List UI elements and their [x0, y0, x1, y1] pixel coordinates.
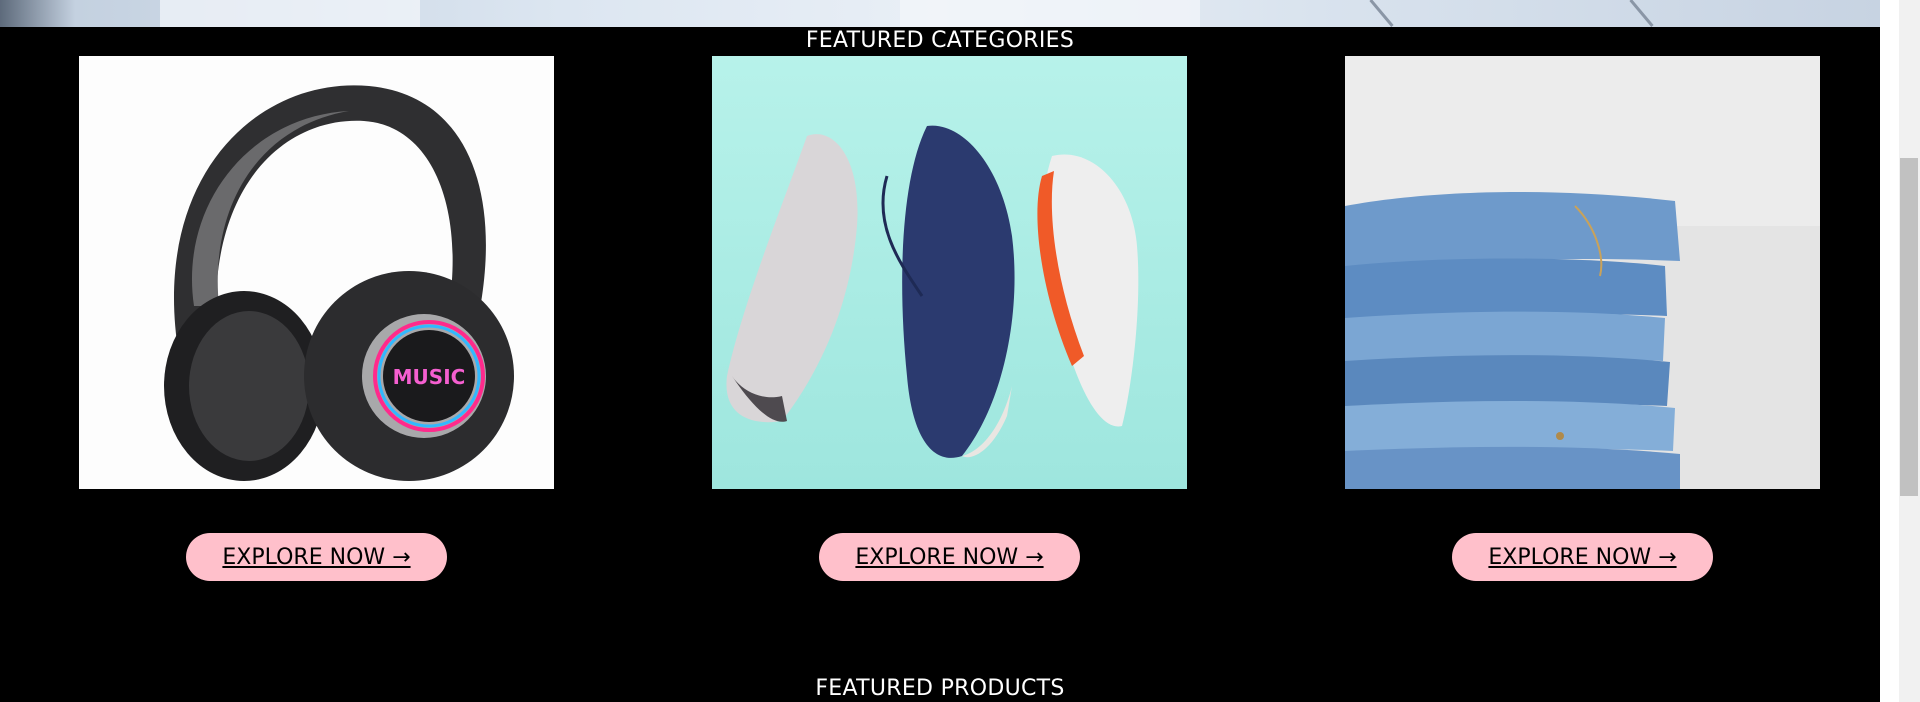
page-scrollbar[interactable] — [1880, 0, 1920, 702]
scrollbar-thumb[interactable] — [1900, 158, 1918, 496]
explore-now-button-headphones[interactable]: EXPLORE NOW → — [186, 533, 447, 581]
svg-text:MUSIC: MUSIC — [393, 365, 466, 389]
headphones-image[interactable]: MUSIC — [79, 56, 554, 489]
featured-categories-title: FEATURED CATEGORIES — [805, 28, 1075, 53]
explore-now-button-sneakers[interactable]: EXPLORE NOW → — [819, 533, 1080, 581]
featured-products-title: FEATURED PRODUCTS — [815, 676, 1065, 701]
sneakers-image[interactable] — [712, 56, 1187, 489]
hero-banner-bottom — [0, 0, 1880, 27]
explore-now-button-jeans[interactable]: EXPLORE NOW → — [1452, 533, 1713, 581]
jeans-image[interactable] — [1345, 56, 1820, 489]
